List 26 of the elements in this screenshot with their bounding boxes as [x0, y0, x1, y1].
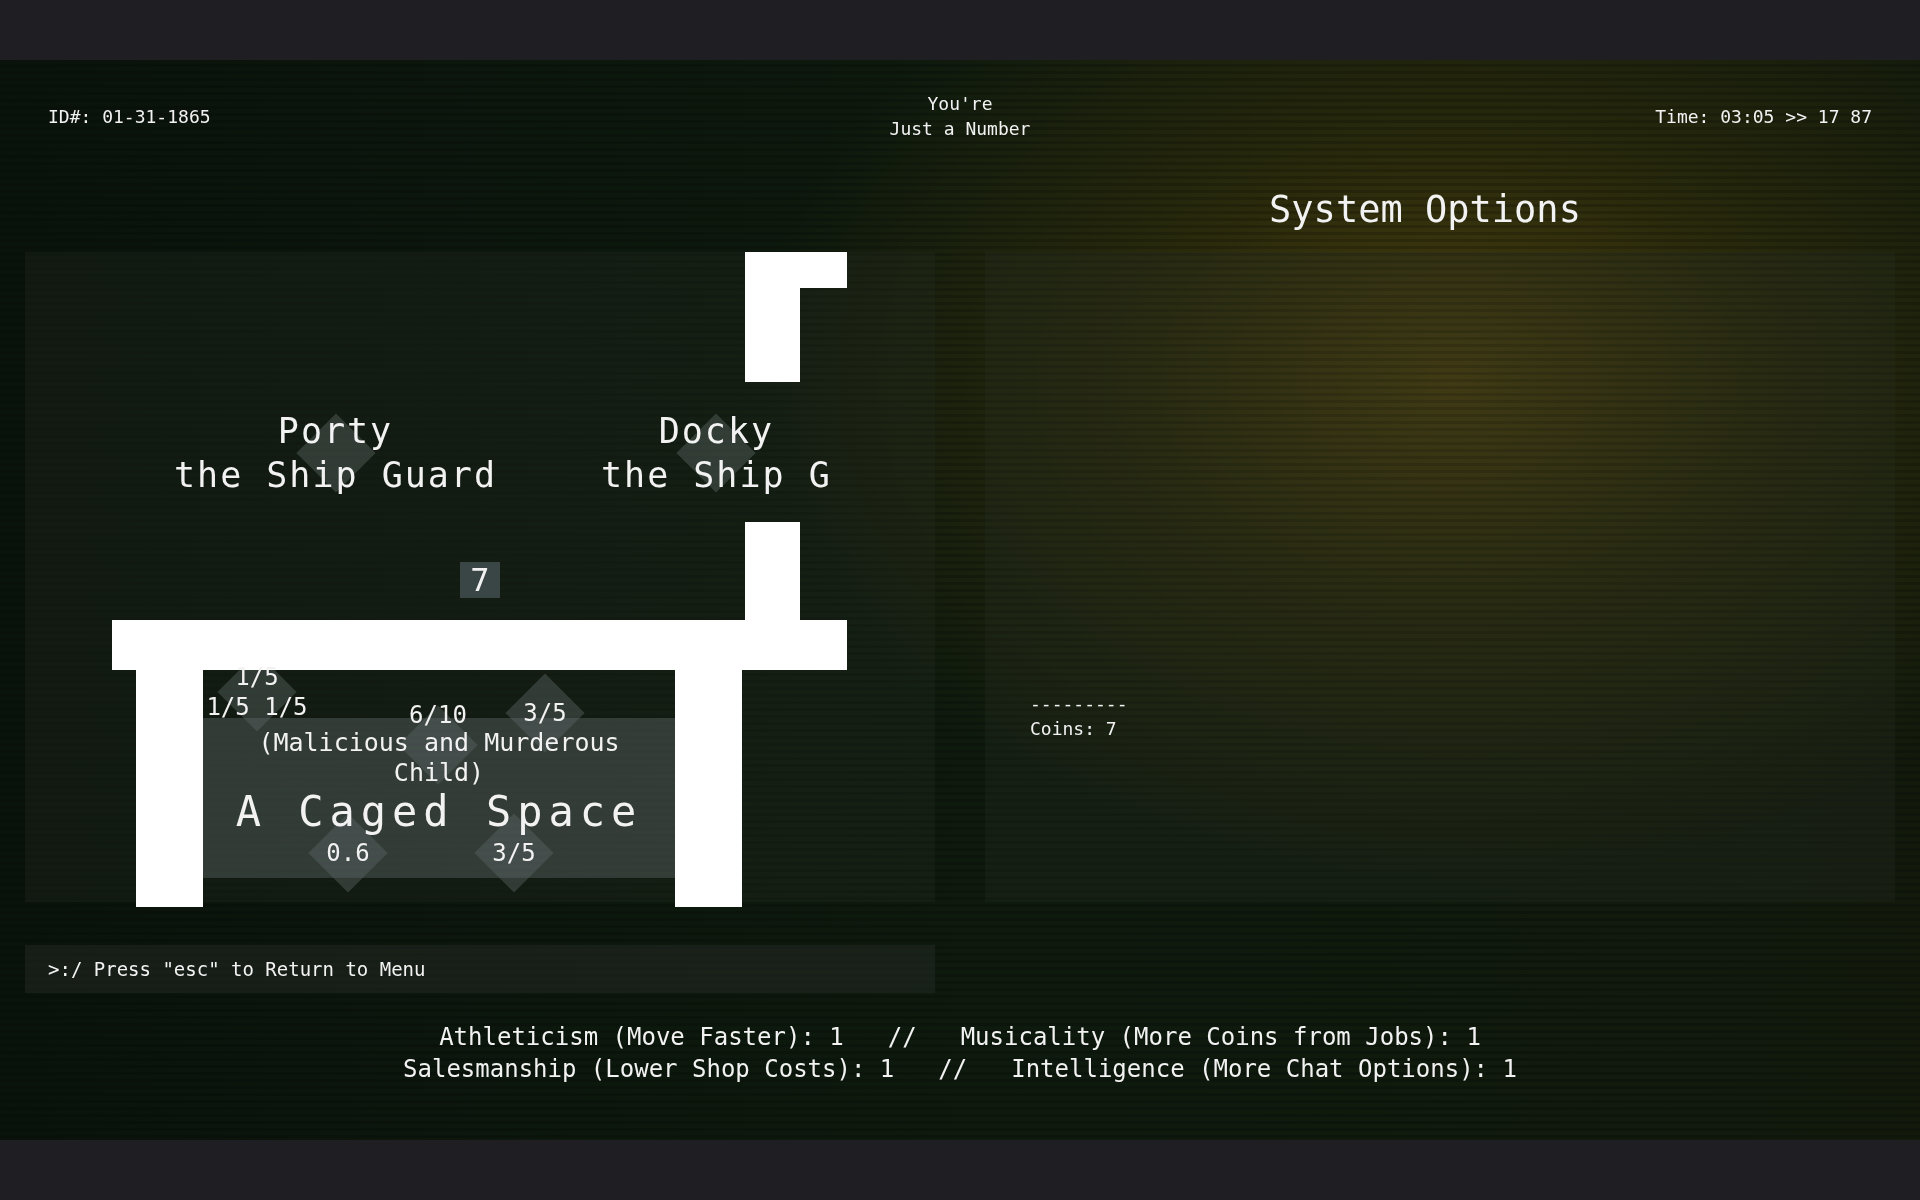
room-subtitle: (Malicious and Murderous [258, 728, 620, 758]
stat-label: 1/5 [235, 663, 279, 691]
game-title: Just a Number [889, 117, 1031, 141]
npc-label: Porty the Ship Guard [174, 409, 497, 497]
stat-text: Musicality (More Coins from Jobs): 1 [960, 1022, 1481, 1053]
stat-text: Athleticism (Move Faster): 1 [439, 1022, 844, 1053]
id-label: ID#: 01-31-1865 [48, 105, 212, 127]
stat-text: Salesmanship (Lower Shop Costs): 1 [403, 1054, 895, 1085]
stat-label: 3/5 [492, 839, 536, 867]
separator-text: --------- [1030, 693, 1128, 714]
coins-label: Coins: 7 [1030, 718, 1117, 739]
stat-label: 1/5 1/5 [206, 693, 308, 721]
panel-title: System Options [1269, 187, 1581, 233]
counter-badge: 7 [460, 562, 500, 598]
stat-label: 6/10 [409, 701, 467, 729]
room-subtitle: Child) [393, 758, 485, 788]
room-name: A Caged Space [235, 788, 643, 836]
time-label: Time: 03:05 >> 17 87 [1655, 105, 1872, 127]
stat-divider: // [887, 1022, 917, 1053]
command-text: >:/ Press "esc" to Return to Menu [48, 958, 426, 980]
stat-text: Intelligence (More Chat Options): 1 [1011, 1054, 1517, 1085]
npc-label: Docky the Ship G [601, 409, 832, 497]
stat-divider: // [938, 1054, 968, 1085]
stat-label: 0.6 [326, 839, 370, 867]
stat-label: 3/5 [523, 699, 567, 727]
game-title: You're [927, 92, 993, 116]
